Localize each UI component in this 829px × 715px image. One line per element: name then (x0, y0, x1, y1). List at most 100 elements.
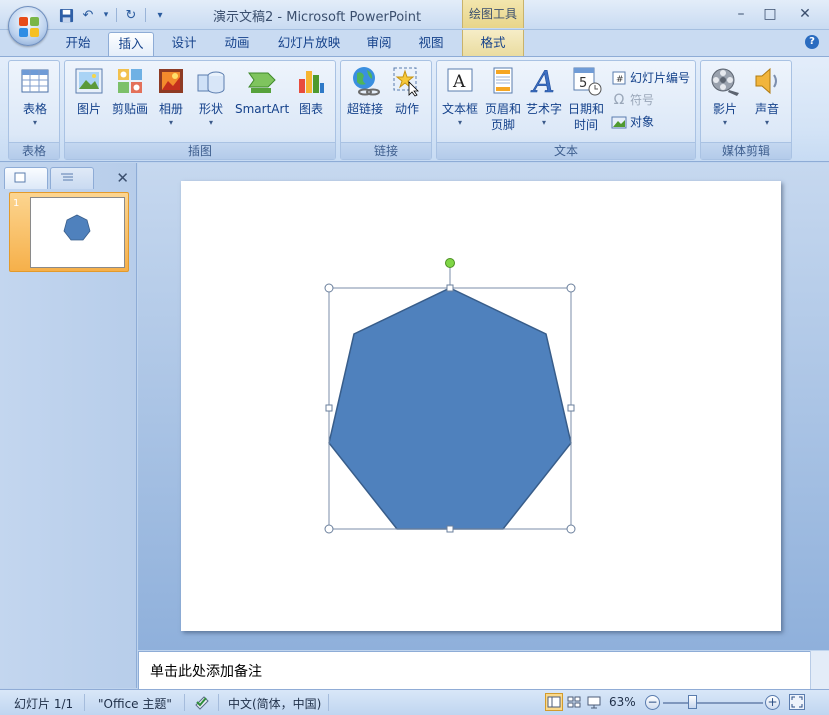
group-label-links: 链接 (341, 142, 431, 159)
resize-handle-ne (566, 283, 576, 293)
smartart-button[interactable]: SmartArt (235, 65, 289, 117)
undo-icon[interactable]: ↶ (80, 7, 96, 23)
svg-text:A: A (452, 72, 466, 92)
notes-pane[interactable]: 单击此处添加备注 (138, 651, 810, 689)
textbox-button[interactable]: A 文本框 ▾ (441, 65, 479, 129)
smartart-icon (246, 65, 278, 97)
resize-handle-s (446, 525, 454, 533)
tab-outline[interactable] (50, 167, 94, 189)
title-bar: ↶ ▾ ↻ ▾ 演示文稿2 - Microsoft PowerPoint 绘图工… (0, 0, 829, 30)
help-icon[interactable]: ? (805, 35, 819, 49)
quick-access-toolbar: ↶ ▾ ↻ ▾ (58, 7, 168, 23)
group-illustrations: 图片 剪贴画 相册 ▾ 形状 ▾ SmartArt 图表 插图 (64, 60, 336, 160)
photo-album-icon (155, 65, 187, 97)
textbox-icon: A (444, 65, 476, 97)
svg-text:A: A (530, 65, 555, 97)
slide-number-icon: # (611, 70, 627, 86)
theme-name[interactable]: "Office 主题" (98, 695, 172, 712)
svg-text:5: 5 (579, 76, 587, 91)
redo-icon[interactable]: ↻ (123, 7, 139, 23)
normal-view-button[interactable] (545, 693, 563, 711)
spellcheck-icon[interactable] (194, 693, 212, 714)
undo-dropdown-icon[interactable]: ▾ (102, 7, 110, 23)
speaker-icon (751, 65, 783, 97)
zoom-level[interactable]: 63% (609, 695, 636, 709)
close-panel-icon[interactable]: ✕ (116, 169, 129, 187)
globe-link-icon (349, 65, 381, 97)
tab-format[interactable]: 格式 (462, 30, 524, 56)
sound-button[interactable]: 声音 ▾ (751, 65, 783, 129)
language-indicator[interactable]: 中文(简体，中国) (228, 695, 321, 712)
zoom-out-button[interactable]: − (645, 695, 660, 710)
group-label-table: 表格 (9, 142, 59, 159)
group-label-illustrations: 插图 (65, 142, 335, 159)
tab-animations[interactable]: 动画 (216, 32, 258, 56)
resize-handle-nw (324, 283, 334, 293)
heptagon-shape (328, 287, 572, 530)
tab-review[interactable]: 审阅 (358, 32, 400, 56)
fit-to-window-button[interactable] (789, 694, 805, 710)
object-button[interactable]: 对象 (611, 113, 654, 130)
datetime-button[interactable]: 5 日期和 时间 (567, 65, 605, 133)
svg-text:#: # (616, 75, 624, 85)
shapes-icon (195, 65, 227, 97)
object-icon (611, 114, 627, 130)
slide-thumbnail-item[interactable]: 1 (9, 192, 129, 272)
tab-slides[interactable] (4, 167, 48, 189)
picture-button[interactable]: 图片 (73, 65, 105, 117)
tab-design[interactable]: 设计 (164, 32, 204, 56)
film-reel-icon (709, 65, 741, 97)
table-icon (19, 65, 51, 97)
rotation-handle (445, 258, 455, 268)
wordart-button[interactable]: A 艺术字 ▾ (525, 65, 563, 129)
shapes-button[interactable]: 形状 ▾ (195, 65, 227, 129)
office-button[interactable] (8, 6, 48, 46)
minimize-button[interactable]: – (728, 4, 754, 24)
movie-button[interactable]: 影片 ▾ (707, 65, 743, 129)
slide-sorter-button[interactable] (565, 693, 583, 711)
omega-icon: Ω (613, 91, 625, 108)
chart-button[interactable]: 图表 (295, 65, 327, 117)
clipart-icon (114, 65, 146, 97)
table-button[interactable]: 表格 ▾ (19, 65, 51, 129)
resize-handle-w (325, 404, 333, 412)
zoom-slider-track[interactable] (663, 702, 763, 704)
group-label-text: 文本 (437, 142, 695, 159)
notes-placeholder[interactable]: 单击此处添加备注 (150, 661, 262, 681)
zoom-in-button[interactable]: + (765, 695, 780, 710)
maximize-button[interactable]: □ (757, 4, 783, 24)
notes-scrollbar[interactable] (810, 651, 829, 689)
wordart-icon: A (528, 65, 560, 101)
hyperlink-button[interactable]: 超链接 (345, 65, 385, 117)
slide-canvas[interactable] (181, 181, 781, 631)
tab-home[interactable]: 开始 (58, 32, 98, 56)
header-footer-button[interactable]: 页眉和 页脚 (483, 65, 523, 133)
picture-icon (73, 65, 105, 97)
slide-thumbnail[interactable] (30, 197, 125, 268)
group-table: 表格 ▾ 表格 (8, 60, 60, 160)
slide-editing-area (138, 163, 829, 650)
slide-thumbnail-number: 1 (13, 198, 20, 209)
status-bar: 幻灯片 1/1 "Office 主题" 中文(简体，中国) 63% − + (0, 689, 829, 715)
resize-handle-sw (324, 524, 334, 534)
window-title: 演示文稿2 - Microsoft PowerPoint (213, 10, 422, 25)
tab-view[interactable]: 视图 (410, 32, 452, 56)
office-logo-icon (19, 17, 39, 37)
save-icon[interactable] (58, 7, 74, 23)
customize-qat-icon[interactable]: ▾ (152, 7, 168, 23)
clipart-button[interactable]: 剪贴画 (111, 65, 149, 117)
tab-slideshow[interactable]: 幻灯片放映 (270, 32, 348, 56)
drawing-tools-header: 绘图工具 (462, 0, 524, 28)
ribbon: 表格 ▾ 表格 图片 剪贴画 相册 ▾ 形状 ▾ SmartArt 图表 插图 … (0, 56, 829, 162)
slideshow-view-button[interactable] (585, 693, 603, 711)
slide-number-button[interactable]: # 幻灯片编号 (611, 69, 690, 86)
photo-album-button[interactable]: 相册 ▾ (155, 65, 187, 129)
group-links: 超链接 动作 链接 (340, 60, 432, 160)
zoom-slider-thumb[interactable] (688, 695, 698, 709)
close-button[interactable]: ✕ (792, 4, 818, 24)
calendar-clock-icon: 5 (570, 65, 602, 97)
slide-counter: 幻灯片 1/1 (14, 697, 74, 711)
tab-insert[interactable]: 插入 (108, 32, 154, 56)
action-button[interactable]: 动作 (391, 65, 423, 117)
symbol-button[interactable]: Ω 符号 (611, 91, 654, 108)
